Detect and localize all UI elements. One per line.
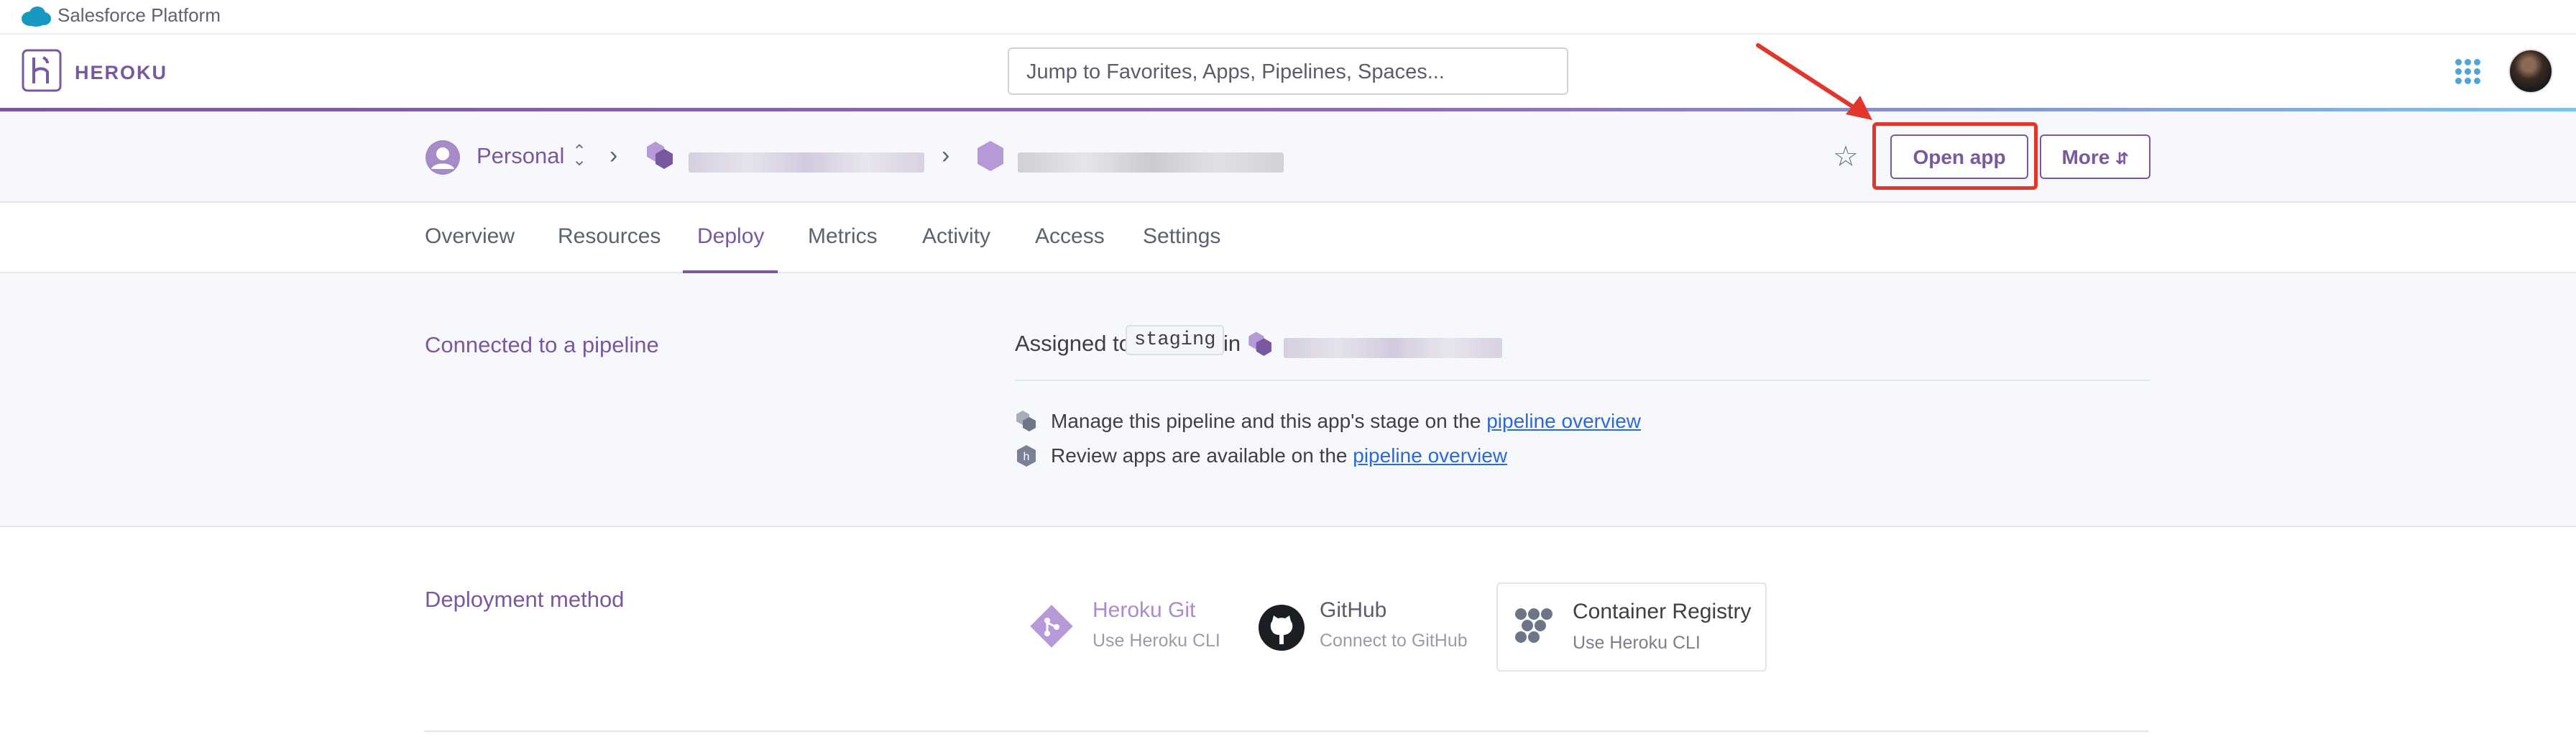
git-diamond-icon xyxy=(1026,601,1077,655)
team-switcher-chevron-icon[interactable]: ⌃ ⌄ xyxy=(572,143,586,169)
annotation-arrow-icon xyxy=(1754,40,1876,129)
pipeline-section-title: Connected to a pipeline xyxy=(425,332,659,357)
manage-pipeline-text: Manage this pipeline and this app's stag… xyxy=(1051,410,1641,433)
app-bar: Personal ⌃ ⌄ › › ☆ Open app More ⇵ xyxy=(0,111,2576,203)
breadcrumb-chevron-icon: › xyxy=(610,142,618,169)
search-input[interactable]: Jump to Favorites, Apps, Pipelines, Spac… xyxy=(1008,47,1568,95)
pipeline-hexagon-icon xyxy=(643,139,678,178)
tab-access[interactable]: Access xyxy=(1035,224,1105,249)
container-registry-sub: Use Heroku CLI xyxy=(1573,633,1701,653)
container-registry-icon xyxy=(1512,604,1555,651)
pipeline-stack-icon xyxy=(1013,408,1039,438)
heroku-git-label: Heroku Git xyxy=(1092,598,1196,622)
container-registry-method[interactable]: Container Registry Use Heroku CLI xyxy=(1496,582,1767,672)
person-icon xyxy=(424,139,461,180)
tab-activity[interactable]: Activity xyxy=(922,224,990,249)
more-chevron-icon: ⇵ xyxy=(2115,150,2129,168)
pipeline-hexagon-icon xyxy=(1245,329,1276,365)
breadcrumb-chevron-icon: › xyxy=(942,142,950,169)
pipeline-overview-link[interactable]: pipeline overview xyxy=(1353,444,1507,467)
stage-badge: staging xyxy=(1126,325,1225,355)
salesforce-cloud-icon xyxy=(20,5,52,32)
svg-text:h: h xyxy=(1024,451,1030,463)
section-divider xyxy=(424,731,2149,732)
open-app-highlight-box xyxy=(1872,122,2038,190)
pipeline-divider xyxy=(1015,380,2150,381)
heroku-wordmark[interactable]: HEROKU xyxy=(75,62,167,84)
tab-overview[interactable]: Overview xyxy=(425,224,515,249)
app-tabs: Overview Resources Deploy Metrics Activi… xyxy=(0,203,2576,273)
review-apps-label: Review apps are available on the xyxy=(1051,444,1348,467)
tab-resources[interactable]: Resources xyxy=(558,224,661,249)
github-label: GitHub xyxy=(1320,598,1387,622)
pipeline-section: Connected to a pipeline Assigned to stag… xyxy=(0,273,2576,527)
heroku-logo-icon[interactable] xyxy=(22,49,62,96)
review-apps-icon: h xyxy=(1013,443,1039,472)
tab-metrics[interactable]: Metrics xyxy=(808,224,878,249)
github-icon xyxy=(1258,604,1305,655)
more-label: More xyxy=(2061,146,2110,168)
pipeline-overview-link[interactable]: pipeline overview xyxy=(1486,410,1641,432)
in-label: in xyxy=(1223,331,1241,356)
app-hexagon-icon xyxy=(973,139,1008,177)
tab-settings[interactable]: Settings xyxy=(1143,224,1220,249)
heroku-header: HEROKU Jump to Favorites, Apps, Pipeline… xyxy=(0,35,2576,109)
review-apps-text: Review apps are available on the pipelin… xyxy=(1051,444,1507,467)
app-name-redacted xyxy=(1018,152,1284,173)
github-sub: Connect to GitHub xyxy=(1320,631,1468,651)
container-registry-label: Container Registry xyxy=(1573,600,1752,623)
deployment-method-title: Deployment method xyxy=(425,587,625,612)
salesforce-platform-bar: Salesforce Platform xyxy=(0,0,2576,35)
search-placeholder: Jump to Favorites, Apps, Pipelines, Spac… xyxy=(1026,60,1445,83)
pipeline-link-redacted[interactable] xyxy=(1284,338,1502,358)
more-button[interactable]: More ⇵ xyxy=(2040,134,2150,179)
tab-deploy[interactable]: Deploy xyxy=(697,224,764,249)
manage-pipeline-label: Manage this pipeline and this app's stag… xyxy=(1051,410,1481,432)
team-switcher-personal[interactable]: Personal xyxy=(477,143,564,169)
favorite-star-icon[interactable]: ☆ xyxy=(1833,140,1859,173)
apps-grid-icon[interactable] xyxy=(2455,59,2481,85)
assigned-to-label: Assigned to xyxy=(1015,331,1131,356)
salesforce-platform-label: Salesforce Platform xyxy=(58,4,221,26)
pipeline-name-redacted[interactable] xyxy=(689,152,924,173)
heroku-git-sub: Use Heroku CLI xyxy=(1092,631,1220,651)
user-avatar[interactable] xyxy=(2508,49,2553,93)
